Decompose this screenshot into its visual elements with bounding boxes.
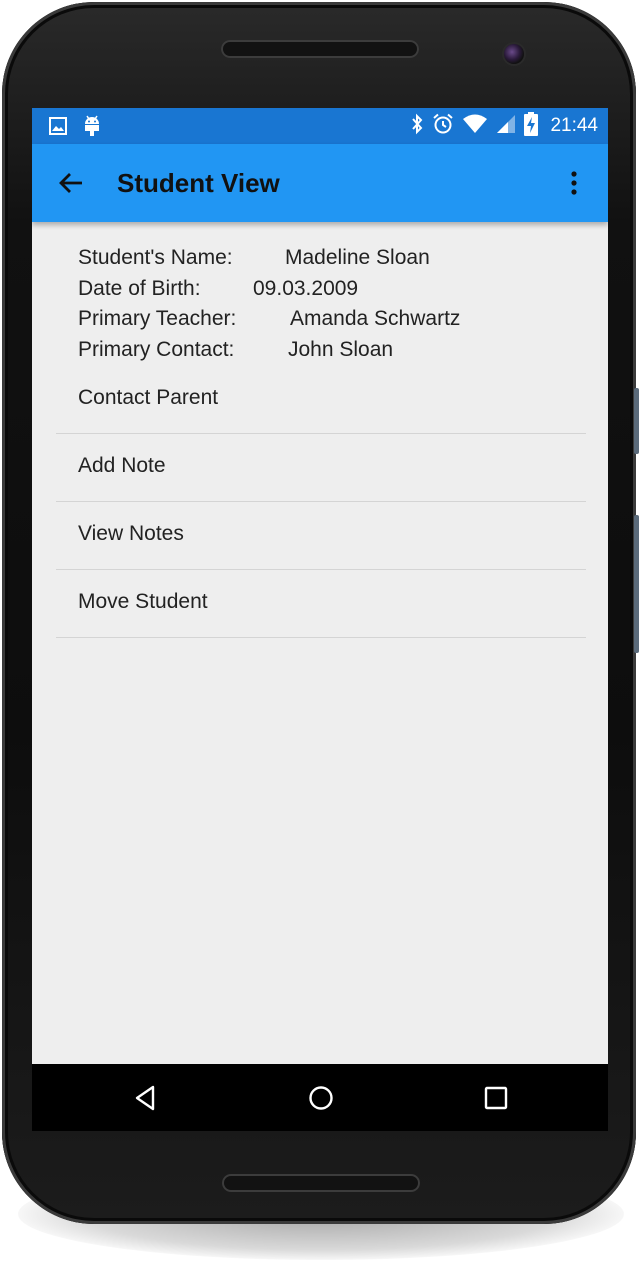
power-button — [634, 388, 639, 454]
action-label: Contact Parent — [78, 386, 219, 409]
arrow-left-icon — [59, 173, 82, 193]
move-student-button[interactable]: Move Student — [56, 570, 586, 638]
nav-home-icon — [309, 1086, 333, 1110]
android-icon — [83, 115, 101, 142]
nav-back-button[interactable] — [130, 1082, 162, 1114]
field-label: Date of Birth: — [78, 276, 201, 300]
field-value: Amanda Schwartz — [290, 307, 461, 330]
nav-recents-button[interactable] — [480, 1082, 512, 1114]
add-note-button[interactable]: Add Note — [56, 434, 586, 502]
field-value: Madeline Sloan — [285, 246, 430, 269]
bottom-speaker — [222, 1174, 420, 1192]
contact-parent-button[interactable]: Contact Parent — [56, 366, 586, 434]
field-label: Student's Name: — [78, 246, 233, 269]
page-title: Student View — [117, 168, 280, 198]
earpiece-speaker — [221, 40, 419, 58]
navigation-bar — [32, 1064, 608, 1131]
overflow-menu-button[interactable] — [562, 168, 586, 198]
nav-home-button[interactable] — [305, 1082, 337, 1114]
wifi-icon — [462, 114, 488, 139]
status-icons: 21:44 — [410, 108, 598, 144]
action-label: View Notes — [78, 522, 184, 545]
volume-button — [634, 515, 639, 653]
action-label: Move Student — [78, 590, 208, 613]
nav-recents-icon — [484, 1086, 508, 1110]
field-label: Primary Contact: — [78, 337, 235, 361]
field-value: John Sloan — [288, 337, 394, 361]
more-vert-icon — [571, 171, 577, 195]
field-value: 09.03.2009 — [253, 276, 359, 300]
alarm-icon — [432, 113, 454, 140]
signal-icon — [496, 114, 516, 139]
image-icon — [49, 117, 67, 140]
bluetooth-icon — [410, 113, 424, 140]
nav-back-icon — [135, 1085, 155, 1111]
field-label: Primary Teacher: — [78, 307, 237, 330]
front-camera — [504, 44, 524, 64]
action-label: Add Note — [78, 454, 166, 477]
battery-charging-icon — [524, 111, 539, 141]
back-button[interactable] — [56, 168, 86, 198]
screen: 21:44 Student View Student's Name: Madel… — [32, 108, 608, 1131]
status-time: 21:44 — [550, 115, 598, 136]
view-notes-button[interactable]: View Notes — [56, 502, 586, 570]
app-bar: Student View — [32, 144, 608, 222]
status-bar: 21:44 — [32, 108, 608, 144]
